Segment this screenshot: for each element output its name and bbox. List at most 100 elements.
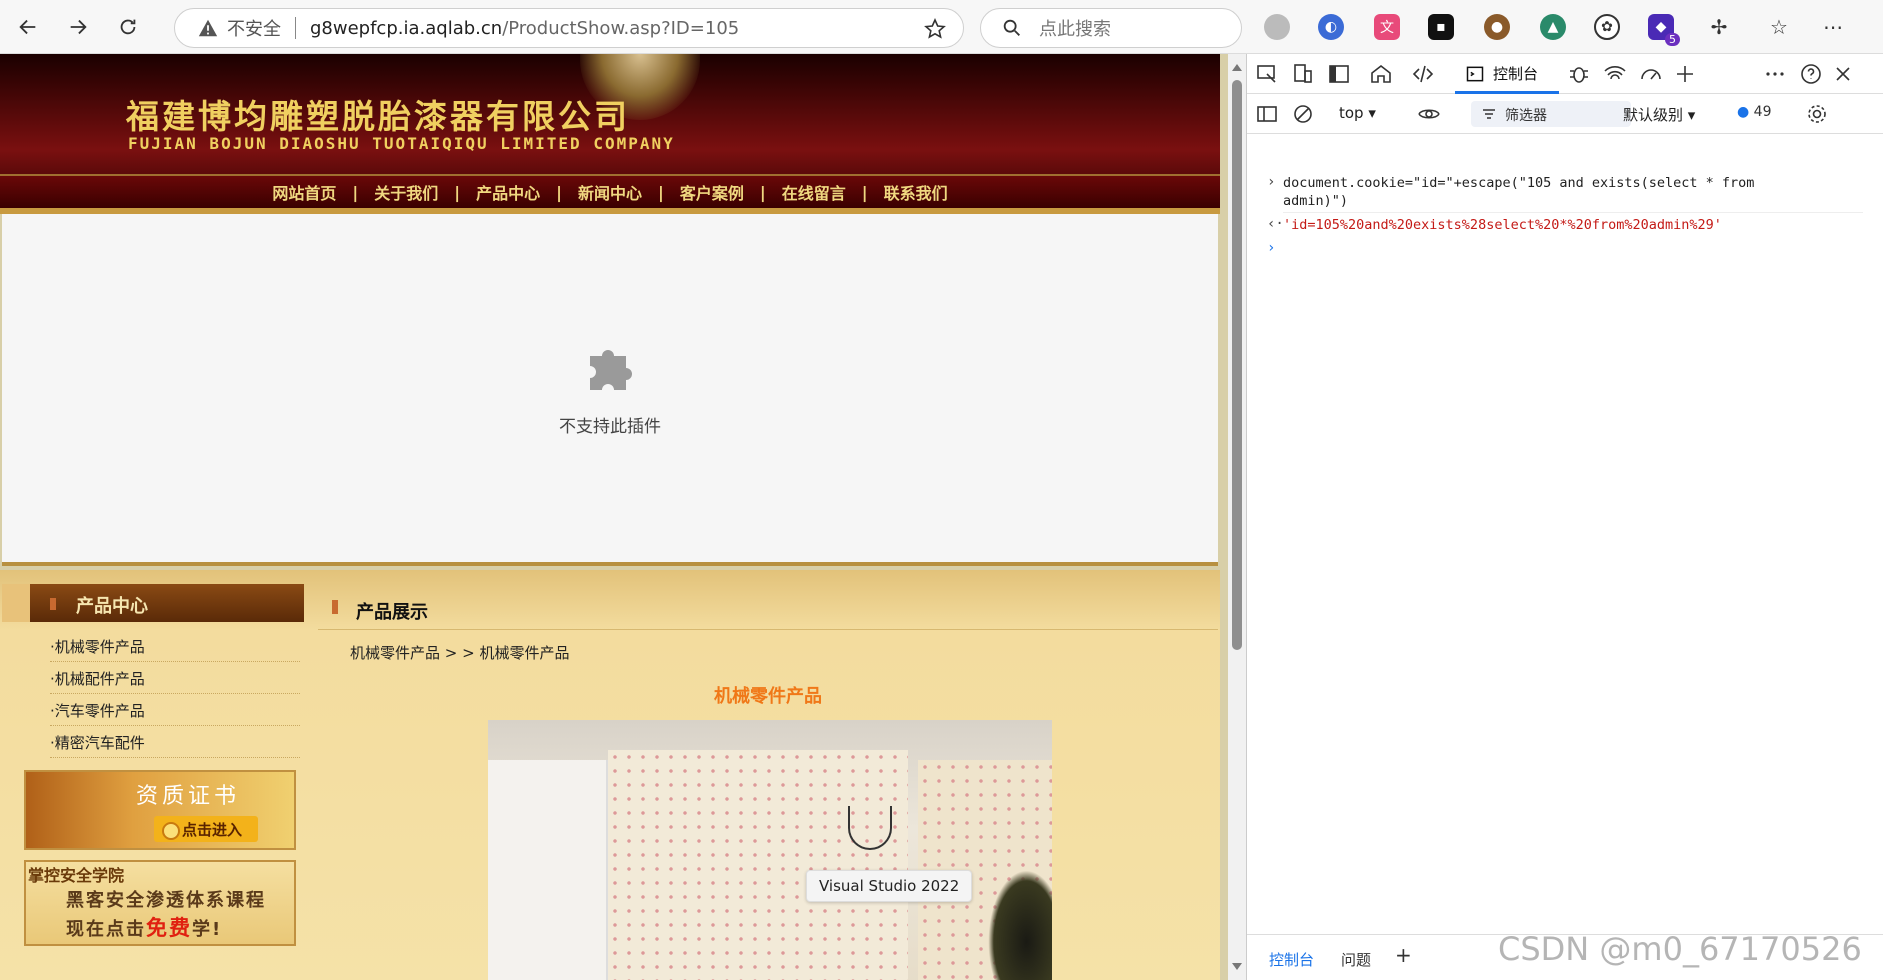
site-header: 福建博均雕塑脱胎漆器有限公司 FUJIAN BOJUN DIAOSHU TUOT…: [0, 54, 1220, 214]
url-path: /ProductShow.asp?ID=105: [502, 17, 740, 39]
welcome-home-icon[interactable]: [1369, 62, 1393, 86]
certificate-enter-button[interactable]: 点击进入: [154, 816, 258, 842]
promo-title: 掌控安全学院: [28, 866, 125, 885]
more-menu-icon[interactable]: ⋯: [1820, 14, 1846, 40]
tab-console[interactable]: 控制台: [1455, 56, 1559, 94]
message-count-value: 49: [1753, 104, 1772, 120]
translate-extension-icon[interactable]: 文: [1374, 14, 1400, 40]
warning-icon[interactable]: [197, 17, 219, 39]
address-bar[interactable]: 不安全 g8wepfcp.ia.aqlab.cn/ProductShow.asp…: [174, 8, 964, 48]
extension-1-icon[interactable]: [1264, 14, 1290, 40]
cookie-extension-icon[interactable]: ●: [1484, 14, 1510, 40]
bug-icon[interactable]: [1567, 62, 1591, 86]
settings-gear-icon[interactable]: [1805, 102, 1829, 126]
extension-badge: 5: [1665, 33, 1680, 46]
nav-news[interactable]: 新闻中心: [562, 180, 658, 204]
network-wifi-icon[interactable]: [1603, 62, 1627, 86]
input-chevron-icon: ›: [1267, 174, 1276, 190]
elements-code-icon[interactable]: [1411, 62, 1435, 86]
address-separator: [295, 17, 296, 39]
context-selector[interactable]: top ▾: [1339, 104, 1376, 122]
console-output-entry[interactable]: 'id=105%20and%20exists%28select%20*%20fr…: [1283, 216, 1843, 234]
drawer-add-icon[interactable]: +: [1395, 943, 1412, 967]
console-prompt-icon[interactable]: ›: [1267, 240, 1275, 256]
back-button[interactable]: [6, 5, 50, 49]
console-divider: [1283, 212, 1863, 213]
main-nav: 网站首页 | 关于我们 | 产品中心 | 新闻中心 | 客户案例 | 在线留言 | 联系我们: [0, 174, 1220, 214]
nav-cases[interactable]: 客户案例: [664, 180, 760, 204]
output-arrow-icon: ‹·: [1267, 216, 1284, 232]
certificate-title: 资质证书: [136, 784, 241, 809]
more-options-icon[interactable]: [1763, 62, 1787, 86]
filter-placeholder: 筛选器: [1505, 108, 1547, 124]
content-header: 产品展示: [318, 596, 1218, 630]
message-count[interactable]: ● 49: [1737, 104, 1772, 120]
search-placeholder: 点此搜索: [1039, 19, 1111, 40]
console-filter-input[interactable]: 筛选器: [1471, 101, 1631, 127]
sidebar-header: 产品中心: [2, 584, 304, 622]
promo-line2-post: 学!: [192, 919, 223, 940]
url-host: g8wepfcp.ia.aqlab.cn: [310, 17, 503, 39]
clear-console-icon[interactable]: [1291, 102, 1315, 126]
tab-console-label: 控制台: [1493, 65, 1539, 83]
forward-button[interactable]: [56, 5, 100, 49]
scrollbar-thumb[interactable]: [1232, 80, 1242, 650]
search-box[interactable]: 点此搜索: [980, 8, 1242, 48]
console-input-entry[interactable]: document.cookie="id="+escape("105 and ex…: [1283, 174, 1843, 210]
page-scrollbar[interactable]: [1228, 54, 1246, 980]
dock-icon[interactable]: [1327, 62, 1351, 86]
content-header-marker: [332, 600, 338, 614]
sidebar-item[interactable]: ·机械零件产品: [50, 630, 300, 662]
drawer-tab-console[interactable]: 控制台: [1269, 949, 1314, 970]
favorites-icon[interactable]: ☆: [1766, 14, 1792, 40]
plugin-placeholder: 不支持此插件: [2, 214, 1218, 566]
arrow-right-icon: [70, 19, 87, 34]
performance-icon[interactable]: [1639, 62, 1663, 86]
sidebar-title: 产品中心: [76, 596, 148, 617]
scroll-up-arrow-icon[interactable]: [1232, 64, 1242, 71]
sidebar-item[interactable]: ·机械配件产品: [50, 662, 300, 694]
log-level-value: 默认级别: [1623, 106, 1684, 124]
console-filterbar: top ▾ 筛选器 默认级别 ▾ ● 49: [1247, 94, 1883, 134]
close-icon[interactable]: [1831, 62, 1855, 86]
shield-extension-icon[interactable]: ◆ 5: [1648, 14, 1680, 46]
url-text[interactable]: g8wepfcp.ia.aqlab.cn/ProductShow.asp?ID=…: [310, 18, 739, 39]
watermark: CSDN @m0_67170526: [1498, 930, 1862, 968]
console-output[interactable]: › document.cookie="id="+escape("105 and …: [1247, 134, 1883, 914]
devtools-panel: 控制台 top ▾ 筛选器 默认级别 ▾ ● 49 › document.coo…: [1246, 54, 1883, 980]
reload-icon: [120, 19, 136, 34]
product-title: 机械零件产品: [714, 686, 822, 707]
nav-message[interactable]: 在线留言: [766, 180, 862, 204]
console-input-line2: admin)"): [1283, 193, 1349, 209]
inspect-icon[interactable]: [1255, 62, 1279, 86]
insecure-label[interactable]: 不安全: [227, 15, 281, 41]
globe-extension-icon[interactable]: ◐: [1318, 14, 1344, 40]
content-area: 产品中心 ·机械零件产品 ·机械配件产品 ·汽车零件产品 ·精密汽车配件 资质证…: [0, 570, 1220, 980]
puzzle-icon: [590, 350, 632, 390]
extensions-puzzle-icon[interactable]: ✢: [1706, 14, 1732, 40]
hat-extension-icon[interactable]: ▲: [1540, 14, 1566, 40]
openai-extension-icon[interactable]: ✿: [1594, 14, 1620, 40]
certificate-banner[interactable]: 资质证书 点击进入: [24, 770, 296, 850]
drawer-tab-issues[interactable]: 问题: [1341, 949, 1371, 970]
sidebar-item[interactable]: ·汽车零件产品: [50, 694, 300, 726]
promo-line2: 现在点击免费学!: [66, 912, 222, 942]
scroll-down-arrow-icon[interactable]: [1232, 963, 1242, 970]
promo-banner[interactable]: 掌控安全学院 黑客安全渗透体系课程 现在点击免费学!: [24, 860, 296, 946]
live-expression-eye-icon[interactable]: [1417, 102, 1441, 126]
help-icon[interactable]: [1799, 62, 1823, 86]
log-level-selector[interactable]: 默认级别 ▾: [1623, 104, 1695, 125]
nav-home[interactable]: 网站首页: [256, 180, 352, 204]
toolbox-extension-icon[interactable]: ▪: [1428, 14, 1454, 40]
star-icon[interactable]: [923, 17, 947, 41]
devtools-tabbar: 控制台: [1247, 54, 1883, 94]
sidebar-toggle-icon[interactable]: [1255, 102, 1279, 126]
reload-button[interactable]: [106, 5, 150, 49]
device-emulation-icon[interactable]: [1291, 62, 1315, 86]
sidebar-item[interactable]: ·精密汽车配件: [50, 726, 300, 758]
nav-contact[interactable]: 联系我们: [868, 180, 964, 204]
nav-about[interactable]: 关于我们: [358, 180, 454, 204]
message-icon: ●: [1737, 104, 1750, 120]
add-tab-icon[interactable]: [1673, 62, 1697, 86]
nav-products[interactable]: 产品中心: [460, 180, 556, 204]
